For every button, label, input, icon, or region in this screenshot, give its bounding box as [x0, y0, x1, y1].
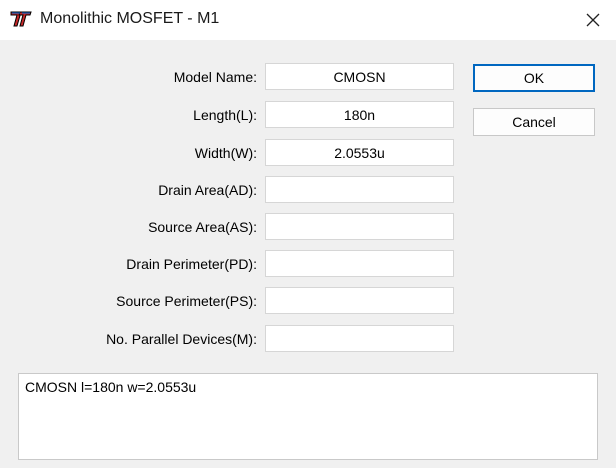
close-icon: [586, 13, 600, 27]
mosfet-dialog: Monolithic MOSFET - M1 Model Name: Lengt…: [0, 0, 616, 468]
ok-button[interactable]: OK: [473, 64, 595, 92]
length-label: Length(L):: [193, 107, 257, 123]
width-field[interactable]: [265, 139, 454, 166]
cancel-button[interactable]: Cancel: [473, 108, 595, 136]
window-title: Monolithic MOSFET - M1: [40, 10, 220, 27]
drain-area-field[interactable]: [265, 176, 454, 203]
parallel-devices-label: No. Parallel Devices(M):: [106, 331, 257, 347]
model-name-field[interactable]: [265, 63, 454, 90]
source-perimeter-label: Source Perimeter(PS):: [116, 293, 257, 309]
drain-perimeter-field[interactable]: [265, 250, 454, 277]
source-area-field[interactable]: [265, 213, 454, 240]
drain-perimeter-label: Drain Perimeter(PD):: [126, 256, 257, 272]
parallel-devices-field[interactable]: [265, 325, 454, 352]
width-label: Width(W):: [194, 145, 257, 161]
drain-area-label: Drain Area(AD):: [158, 182, 257, 198]
source-area-label: Source Area(AS):: [148, 219, 257, 235]
source-perimeter-field[interactable]: [265, 287, 454, 314]
spice-line-textbox[interactable]: CMOSN l=180n w=2.0553u: [18, 373, 598, 460]
length-field[interactable]: [265, 101, 454, 128]
ltspice-app-icon: [10, 9, 32, 29]
title-bar[interactable]: Monolithic MOSFET - M1: [0, 0, 616, 40]
model-name-label: Model Name:: [173, 69, 257, 85]
close-button[interactable]: [570, 0, 616, 40]
